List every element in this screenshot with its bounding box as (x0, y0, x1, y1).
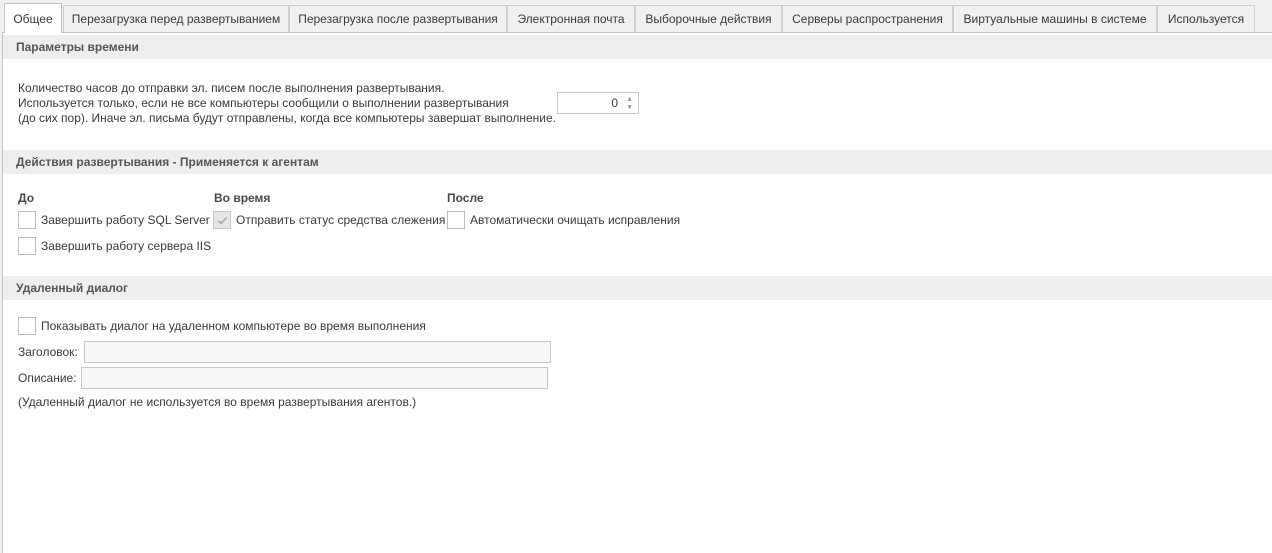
tab-email[interactable]: Электронная почта (507, 5, 635, 32)
time-params-header: Параметры времени (3, 35, 1272, 59)
auto-clean-checkbox[interactable] (447, 211, 465, 229)
tab-label: Серверы распространения (792, 12, 943, 26)
tab-virtual-machines[interactable]: Виртуальные машины в системе (953, 5, 1157, 32)
tab-general[interactable]: Общее (4, 3, 62, 33)
tab-used-by[interactable]: Используется (1157, 5, 1255, 32)
after-label: После (447, 191, 484, 205)
show-dialog-checkbox[interactable] (18, 317, 36, 335)
send-status-label: Отправить статус средства слежения (236, 213, 446, 227)
stop-sql-checkbox[interactable] (18, 211, 36, 229)
auto-clean-label: Автоматически очищать исправления (470, 213, 681, 227)
during-label: Во время (214, 191, 271, 205)
tab-label: Используется (1167, 12, 1245, 26)
tab-label: Перезагрузка перед развертыванием (71, 12, 281, 26)
stop-iis-label: Завершить работу сервера IIS (41, 239, 212, 253)
dialog-title-input[interactable] (84, 341, 551, 363)
tab-bar: Общее Перезагрузка перед развертыванием … (0, 0, 1272, 33)
remote-dialog-note: (Удаленный диалог не используется во вре… (18, 395, 417, 409)
remote-dialog-header: Удаленный диалог (3, 276, 1272, 300)
tab-label: Перезагрузка после развертывания (298, 12, 498, 26)
tab-reboot-before[interactable]: Перезагрузка перед развертыванием (63, 5, 289, 32)
stop-iis-checkbox[interactable] (18, 237, 36, 255)
tab-label: Электронная почта (517, 12, 625, 26)
hours-description-line1: Количество часов до отправки эл. писем п… (18, 81, 445, 95)
tab-reboot-after[interactable]: Перезагрузка после развертывания (289, 5, 507, 32)
hours-spinner[interactable]: 0 ▲ ▼ (557, 92, 639, 114)
before-label: До (18, 191, 35, 205)
spin-up-icon[interactable]: ▲ (626, 96, 633, 103)
dialog-title-label: Заголовок: (18, 345, 78, 359)
hours-description-line3: (до сих пор). Иначе эл. письма будут отп… (18, 111, 557, 125)
tab-custom-actions[interactable]: Выборочные действия (635, 5, 782, 32)
hours-value: 0 (611, 96, 618, 110)
tab-label: Общее (13, 11, 53, 26)
tab-distribution-servers[interactable]: Серверы распространения (782, 5, 953, 32)
tab-label: Выборочные действия (645, 12, 772, 26)
hours-description-line2: Используется только, если не все компьют… (18, 96, 509, 110)
send-status-checkbox[interactable] (213, 211, 231, 229)
dialog-description-input[interactable] (81, 367, 548, 389)
stop-sql-label: Завершить работу SQL Server (41, 213, 210, 227)
spin-down-icon[interactable]: ▼ (626, 104, 633, 111)
show-dialog-label: Показывать диалог на удаленном компьютер… (41, 319, 426, 333)
checkmark-icon (217, 216, 228, 225)
dialog-description-label: Описание: (18, 371, 77, 385)
tab-label: Виртуальные машины в системе (963, 12, 1147, 26)
deploy-actions-header: Действия развертывания - Применяется к а… (3, 150, 1272, 174)
